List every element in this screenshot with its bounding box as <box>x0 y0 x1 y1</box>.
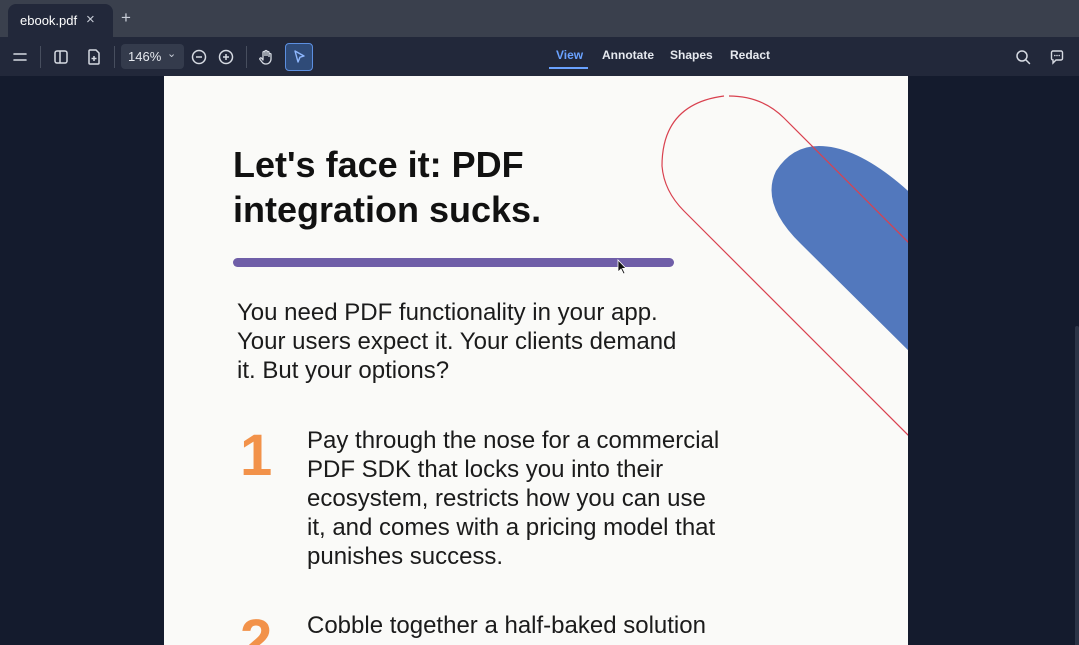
document-plus-icon[interactable] <box>82 45 106 69</box>
intro-line: You need PDF functionality in your app. <box>237 299 658 326</box>
heading-line: integration sucks. <box>233 189 542 230</box>
chat-icon[interactable] <box>1045 45 1069 69</box>
divider <box>246 46 247 68</box>
mouse-cursor-icon <box>617 259 627 275</box>
search-icon[interactable] <box>1011 45 1035 69</box>
divider <box>114 46 115 68</box>
pan-hand-icon[interactable] <box>254 45 278 69</box>
tab-view[interactable]: View <box>556 48 583 62</box>
divider-bar <box>233 258 674 267</box>
pdf-page[interactable]: Let's face it: PDF integration sucks. Yo… <box>164 76 908 645</box>
toolbar: 146% ⌄ View Annotate Shapes Redact <box>0 37 1079 76</box>
vertical-scrollbar[interactable] <box>1075 326 1079 645</box>
close-icon[interactable]: × <box>86 11 95 28</box>
zoom-in-icon[interactable] <box>214 45 238 69</box>
list-number: 1 <box>240 423 273 488</box>
tab-annotate[interactable]: Annotate <box>602 48 654 62</box>
list-item-text: Cobble together a half-baked solution <box>307 611 767 640</box>
list-item-text: Pay through the nose for a commercial PD… <box>307 426 767 571</box>
list-line: PDF SDK that locks you into their <box>307 456 664 483</box>
chevron-down-icon: ⌄ <box>167 48 177 60</box>
zoom-out-icon[interactable] <box>187 45 211 69</box>
intro-paragraph: You need PDF functionality in your app. … <box>237 298 737 385</box>
tab-bar: ebook.pdf × + <box>0 0 1079 37</box>
tab-redact[interactable]: Redact <box>730 48 770 62</box>
sidebar-icon[interactable] <box>49 45 73 69</box>
active-tab-indicator <box>549 67 588 69</box>
document-viewer[interactable]: Let's face it: PDF integration sucks. Yo… <box>0 76 1079 645</box>
page-heading: Let's face it: PDF integration sucks. <box>233 142 633 232</box>
list-line: Cobble together a half-baked solution <box>307 612 706 639</box>
heading-line: Let's face it: PDF <box>233 144 524 185</box>
list-number: 2 <box>240 608 273 645</box>
list-line: Pay through the nose for a commercial <box>307 427 720 454</box>
list-line: punishes success. <box>307 543 504 570</box>
tab-shapes[interactable]: Shapes <box>670 48 713 62</box>
zoom-select[interactable]: 146% ⌄ <box>121 44 184 69</box>
list-line: it, and comes with a pricing model that <box>307 514 716 541</box>
zoom-value: 146% <box>128 49 162 64</box>
select-pointer-icon[interactable] <box>285 43 313 71</box>
intro-line: it. But your options? <box>237 357 450 384</box>
intro-line: Your users expect it. Your clients deman… <box>237 328 677 355</box>
new-tab-plus-icon[interactable]: + <box>121 9 131 27</box>
list-line: ecosystem, restricts how you can use <box>307 485 706 512</box>
tab-title: ebook.pdf <box>20 13 78 28</box>
menu-icon[interactable] <box>8 45 32 69</box>
tab-ebook[interactable]: ebook.pdf × <box>8 4 113 37</box>
divider <box>40 46 41 68</box>
